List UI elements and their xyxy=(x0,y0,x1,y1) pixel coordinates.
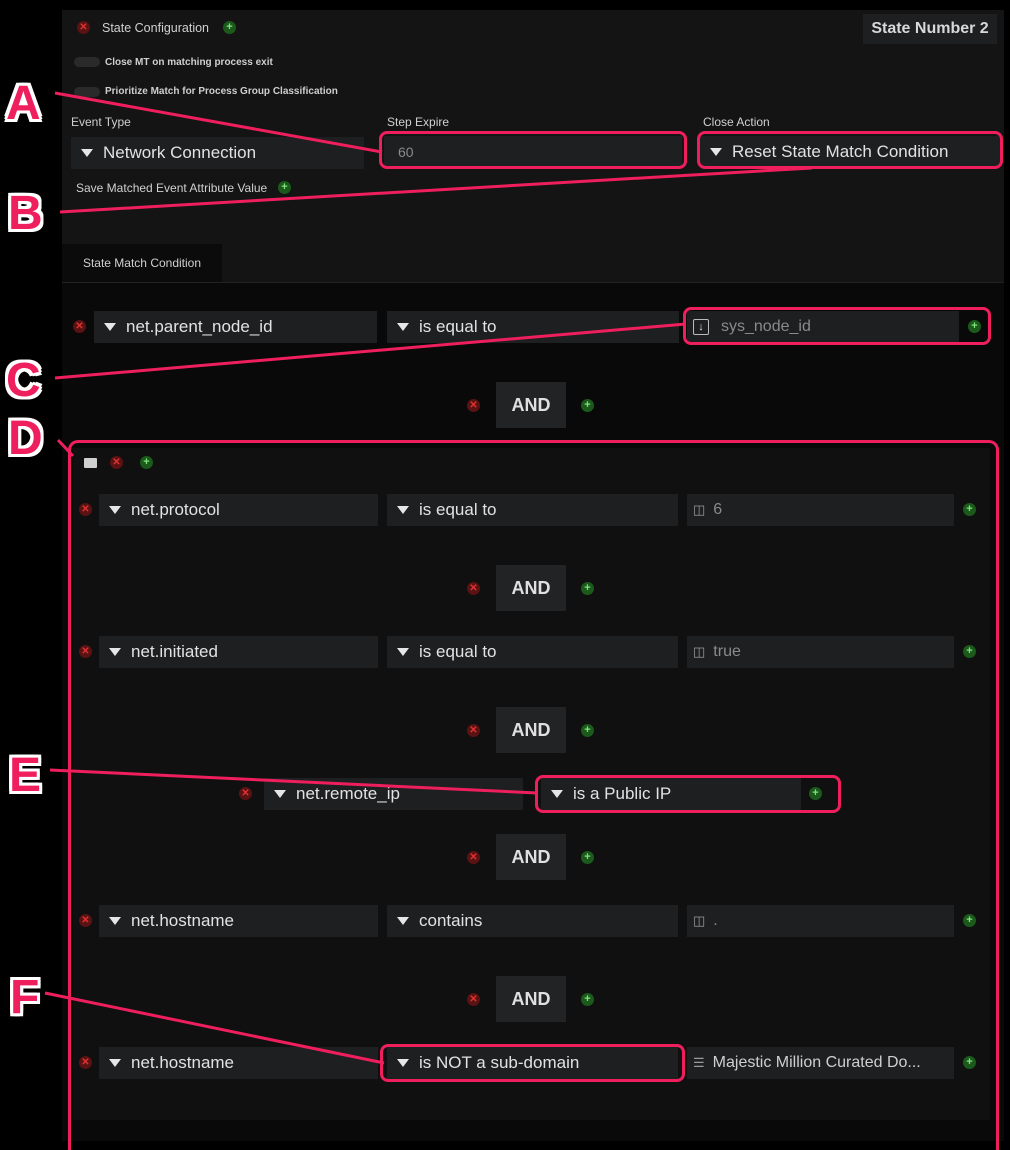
callout-line-b xyxy=(59,166,813,214)
highlight-f xyxy=(380,1044,685,1082)
callout-b: B xyxy=(8,187,43,240)
callout-line-a xyxy=(54,91,383,154)
highlight-c xyxy=(683,307,991,345)
callout-a: A xyxy=(6,77,41,130)
callout-d: D xyxy=(8,412,43,465)
callout-c: C xyxy=(6,354,41,407)
callout-line-c xyxy=(54,322,687,380)
highlight-a xyxy=(379,131,687,169)
callout-f: F xyxy=(10,971,40,1024)
highlight-e xyxy=(535,775,841,813)
highlight-b xyxy=(697,131,1003,169)
callout-e: E xyxy=(9,749,42,802)
